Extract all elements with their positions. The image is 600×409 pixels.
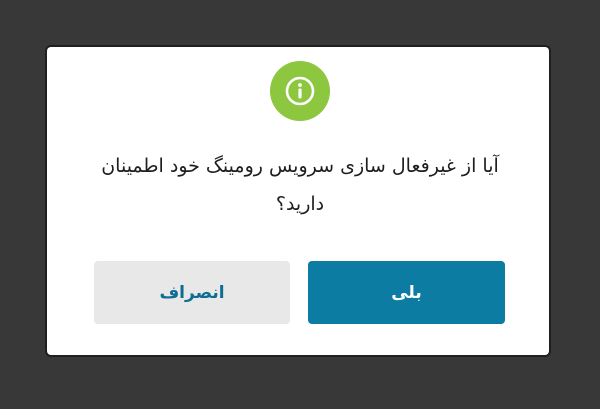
dialog-message: آیا از غیرفعال سازی سرویس رومینگ خود اطم… — [101, 155, 499, 215]
confirm-button[interactable]: بلی — [308, 261, 505, 324]
info-icon — [270, 61, 330, 121]
cancel-button[interactable]: انصراف — [94, 261, 290, 324]
